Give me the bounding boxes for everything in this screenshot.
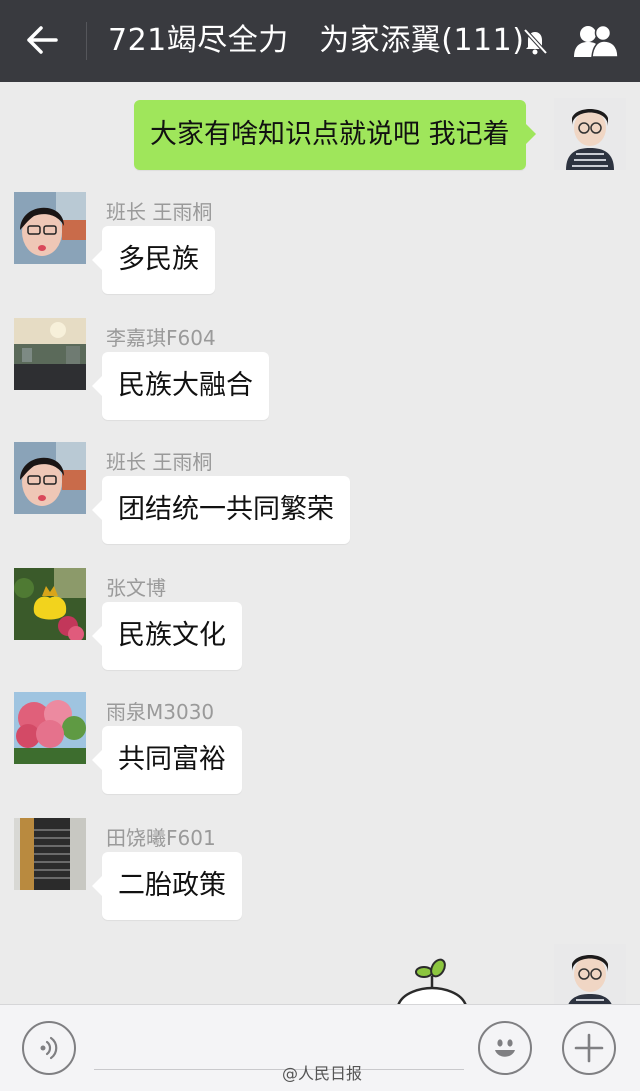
sender-name: 雨泉M3030 xyxy=(106,700,215,724)
message-bubble[interactable]: 团结统一共同繁荣 xyxy=(92,476,350,544)
more-button[interactable] xyxy=(562,1021,616,1075)
message-bubble[interactable]: 民族文化 xyxy=(92,602,242,670)
own-avatar[interactable] xyxy=(554,98,626,170)
sender-avatar[interactable] xyxy=(14,318,86,390)
back-arrow-icon xyxy=(27,26,58,54)
sender-name: 班长 王雨桐 xyxy=(106,450,213,474)
message-text: 团结统一共同繁荣 xyxy=(118,494,334,525)
sender-avatar[interactable] xyxy=(14,192,86,264)
message-text: 民族文化 xyxy=(118,620,226,651)
sender-name: 张文博 xyxy=(106,576,166,600)
message-bubble[interactable]: 二胎政策 xyxy=(92,852,242,920)
bell-muted-icon xyxy=(523,28,548,55)
voice-button[interactable] xyxy=(22,1021,76,1075)
message-text: 多民族 xyxy=(118,244,199,275)
header-divider xyxy=(86,22,87,60)
emoji-icon xyxy=(495,1039,515,1057)
chat-title: 721竭尽全力 为家添翼(111) xyxy=(108,23,525,58)
voice-icon xyxy=(40,1036,58,1060)
message-text: 二胎政策 xyxy=(118,870,226,901)
plus-icon xyxy=(574,1033,604,1063)
back-button[interactable] xyxy=(14,14,70,66)
sender-avatar[interactable] xyxy=(14,442,86,514)
message-text: 共同富裕 xyxy=(118,744,226,775)
sender-name: 李嘉琪F604 xyxy=(106,326,216,350)
message-bubble[interactable]: 共同富裕 xyxy=(92,726,242,794)
sender-name: 田饶曦F601 xyxy=(106,826,216,850)
message-text: 大家有啥知识点就说吧 我记着 xyxy=(150,119,510,150)
message-list[interactable]: 大家有啥知识点就说吧 我记着 班长 王雨桐 多民族 李嘉琪F604 民族大融合 … xyxy=(0,82,640,1004)
message-bubble[interactable]: 多民族 xyxy=(92,226,215,294)
sender-name: 班长 王雨桐 xyxy=(106,200,213,224)
group-members-button[interactable] xyxy=(568,16,624,66)
emoji-button[interactable] xyxy=(478,1021,532,1075)
message-bubble[interactable]: 民族大融合 xyxy=(92,352,269,420)
own-avatar[interactable] xyxy=(554,944,626,1004)
own-message-bubble[interactable]: 大家有啥知识点就说吧 我记着 xyxy=(134,100,536,170)
message-text: 民族大融合 xyxy=(118,370,253,401)
sender-avatar[interactable] xyxy=(14,692,86,764)
sender-avatar[interactable] xyxy=(14,568,86,640)
message-input[interactable] xyxy=(94,1069,464,1070)
sprout-sticker-icon xyxy=(396,958,468,1006)
group-members-icon xyxy=(574,24,619,58)
watermark: @人民日报 xyxy=(282,1064,363,1083)
sender-avatar[interactable] xyxy=(14,818,86,890)
chat-header: 721竭尽全力 为家添翼(111) xyxy=(0,0,640,82)
